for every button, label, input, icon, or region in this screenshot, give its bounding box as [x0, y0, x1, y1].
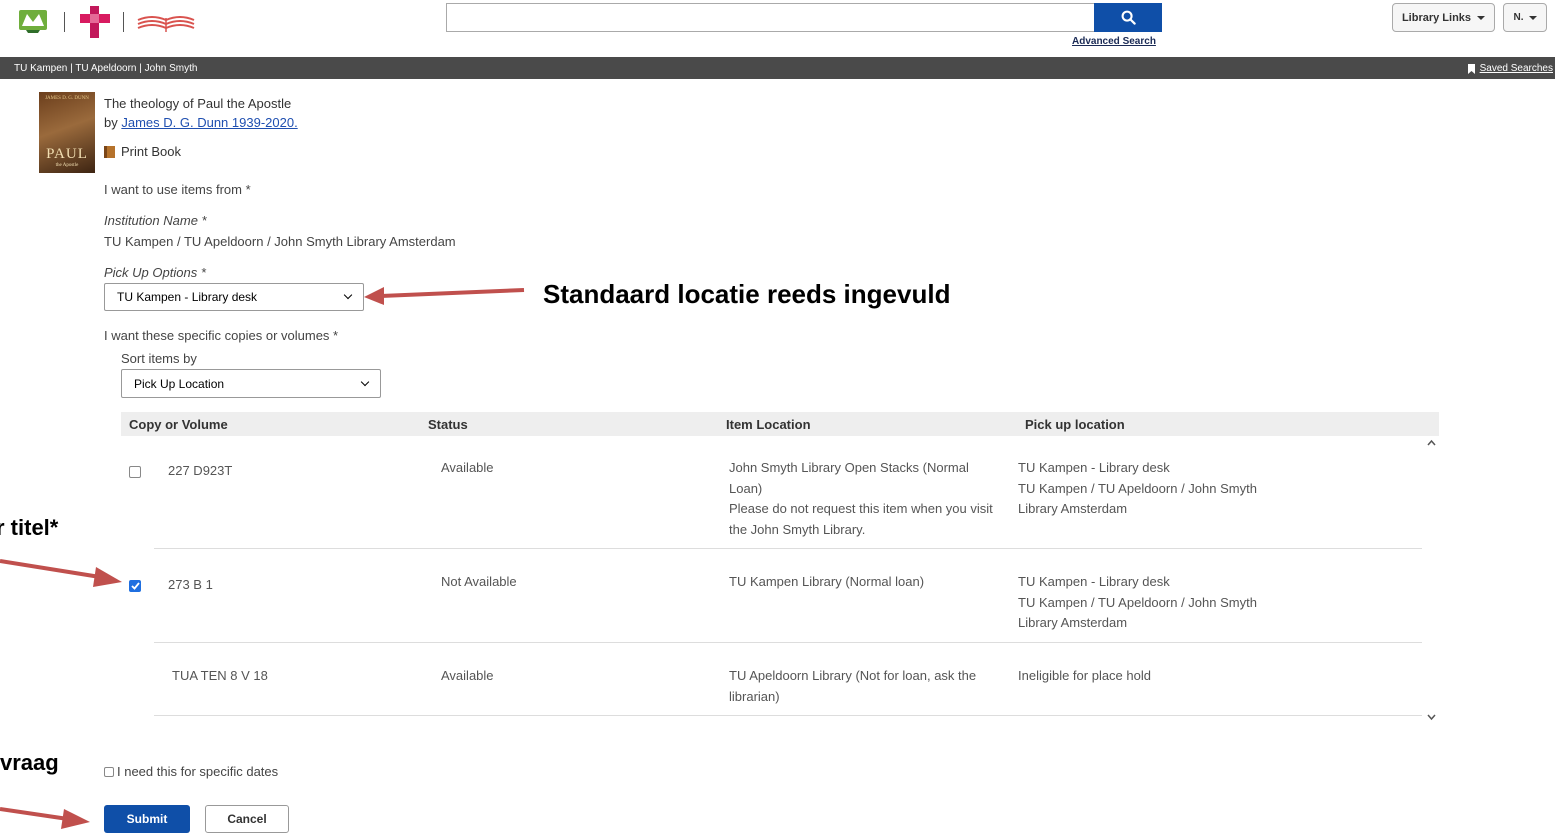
institution-label: Institution Name *: [104, 213, 207, 228]
pickup-location-line: Library Amsterdam: [1018, 615, 1128, 630]
column-header-item-location[interactable]: Item Location: [726, 417, 811, 432]
caret-down-icon: [1477, 15, 1486, 20]
cover-title: PAUL: [46, 146, 88, 162]
item-location: John Smyth Library Open Stacks (Normal L…: [729, 458, 993, 540]
copy-checkbox[interactable]: [129, 466, 141, 478]
search-input[interactable]: [446, 3, 1096, 32]
specific-dates-option[interactable]: I need this for specific dates: [104, 764, 278, 779]
pickup-location-line: TU Kampen / TU Apeldoorn / John Smyth: [1018, 480, 1257, 496]
copies-label: I want these specific copies or volumes …: [104, 328, 339, 343]
scroll-up-icon: [1427, 439, 1436, 446]
institution-value: TU Kampen / TU Apeldoorn / John Smyth Li…: [104, 234, 456, 249]
item-location: TU Apeldoorn Library (Not for loan, ask …: [729, 666, 976, 707]
institution-logo-2: [80, 6, 110, 38]
caret-down-icon: [1528, 15, 1537, 20]
pickup-location: TU Kampen - Library desk TU Kampen / TU …: [1018, 572, 1257, 634]
institution-logo-3: [137, 16, 195, 32]
institution-logo-1: [19, 10, 47, 33]
item-location-line: Please do not request this item when you…: [729, 501, 993, 516]
row-divider: [154, 642, 1422, 643]
item-location-line: the John Smyth Library.: [729, 521, 866, 537]
saved-searches-label: Saved Searches: [1479, 63, 1553, 74]
user-menu-dropdown[interactable]: N.: [1503, 3, 1547, 32]
item-location-line: Loan): [729, 480, 763, 496]
sort-items-value: Pick Up Location: [134, 376, 225, 391]
book-format: Print Book: [104, 144, 181, 159]
specific-dates-label: I need this for specific dates: [117, 764, 279, 779]
author-link[interactable]: James D. G. Dunn 1939-2020.: [121, 115, 297, 130]
pickup-location-line: TU Kampen - Library desk: [1018, 574, 1170, 589]
pickup-options-select[interactable]: TU Kampen - Library desk: [104, 283, 364, 311]
pickup-options-value: TU Kampen - Library desk: [117, 290, 258, 304]
logo-divider: [123, 12, 124, 32]
pickup-location-line: TU Kampen / TU Apeldoorn / John Smyth: [1018, 594, 1257, 610]
book-author-line: by James D. G. Dunn 1939-2020.: [104, 115, 298, 130]
annotation-default-location: Standaard locatie reeds ingevuld: [543, 279, 951, 309]
annotation-arrow: [0, 807, 90, 829]
cancel-button[interactable]: Cancel: [205, 805, 289, 833]
column-header-copy[interactable]: Copy or Volume: [129, 417, 228, 432]
row-divider: [154, 548, 1422, 549]
copy-status: Not Available: [441, 574, 517, 589]
annotation-request-note: vraag: [0, 750, 59, 775]
copies-table-header: Copy or Volume Status Item Location Pick…: [121, 412, 1439, 436]
item-location-line: John Smyth Library Open Stacks (Normal: [729, 460, 969, 475]
copy-status: Available: [441, 460, 494, 475]
check-icon: [130, 582, 140, 590]
chevron-down-icon: [360, 377, 370, 386]
format-label: Print Book: [121, 144, 181, 159]
column-header-pickup-location[interactable]: Pick up location: [1025, 417, 1125, 432]
scroll-down-icon: [1427, 714, 1436, 721]
annotation-title-note: r titel*: [0, 515, 59, 540]
pickup-options-label: Pick Up Options *: [104, 265, 206, 280]
book-cover: JAMES D. G. DUNN PAUL the Apostle: [39, 92, 95, 173]
item-location: TU Kampen Library (Normal loan): [729, 572, 924, 593]
library-links-dropdown[interactable]: Library Links: [1392, 3, 1495, 32]
item-location-line: TU Apeldoorn Library (Not for loan, ask …: [729, 668, 977, 683]
annotation-arrow: [0, 559, 122, 587]
pickup-location-line: Library Amsterdam: [1018, 501, 1128, 516]
submit-button[interactable]: Submit: [104, 805, 190, 833]
copy-checkbox-checked[interactable]: [129, 580, 141, 592]
logo-divider: [64, 12, 65, 32]
advanced-search-link[interactable]: Advanced Search: [1072, 36, 1156, 47]
chevron-down-icon: [343, 290, 353, 300]
copy-status: Available: [441, 668, 494, 683]
specific-dates-checkbox[interactable]: [104, 766, 114, 777]
book-icon: [104, 145, 115, 158]
copy-number: 273 B 1: [168, 577, 213, 592]
pickup-location: Ineligible for place hold: [1018, 666, 1151, 687]
sort-items-select[interactable]: Pick Up Location: [121, 369, 381, 398]
author-prefix: by: [104, 115, 118, 130]
library-links-label: Library Links: [1401, 11, 1472, 24]
sort-label: Sort items by: [121, 351, 197, 366]
breadcrumb: TU Kampen | TU Apeldoorn | John Smyth: [14, 63, 198, 74]
bookmark-icon: [1467, 63, 1475, 74]
pickup-location-line: TU Kampen - Library desk: [1018, 460, 1170, 475]
item-location-line: librarian): [729, 688, 780, 704]
saved-searches-link[interactable]: Saved Searches: [1467, 63, 1553, 74]
search-icon: [1121, 10, 1136, 25]
user-menu-label: N.: [1513, 12, 1524, 23]
column-header-status[interactable]: Status: [428, 417, 468, 432]
copy-number: 227 D923T: [168, 463, 233, 478]
cover-author: JAMES D. G. DUNN: [45, 96, 89, 101]
pickup-location: TU Kampen - Library desk TU Kampen / TU …: [1018, 458, 1257, 520]
breadcrumb-bar: TU Kampen | TU Apeldoorn | John Smyth Sa…: [0, 57, 1555, 79]
search-button[interactable]: [1094, 3, 1162, 32]
pickup-location-line: Ineligible for place hold: [1018, 668, 1151, 683]
annotation-arrow: [364, 287, 525, 305]
cover-subtitle: the Apostle: [55, 163, 79, 168]
table-scrollbar[interactable]: [1424, 436, 1439, 724]
copy-number: TUA TEN 8 V 18: [172, 668, 268, 683]
use-items-label: I want to use items from *: [104, 182, 251, 197]
item-location-line: TU Kampen Library (Normal loan): [729, 574, 925, 589]
row-divider: [154, 715, 1422, 716]
book-title: The theology of Paul the Apostle: [104, 96, 292, 111]
